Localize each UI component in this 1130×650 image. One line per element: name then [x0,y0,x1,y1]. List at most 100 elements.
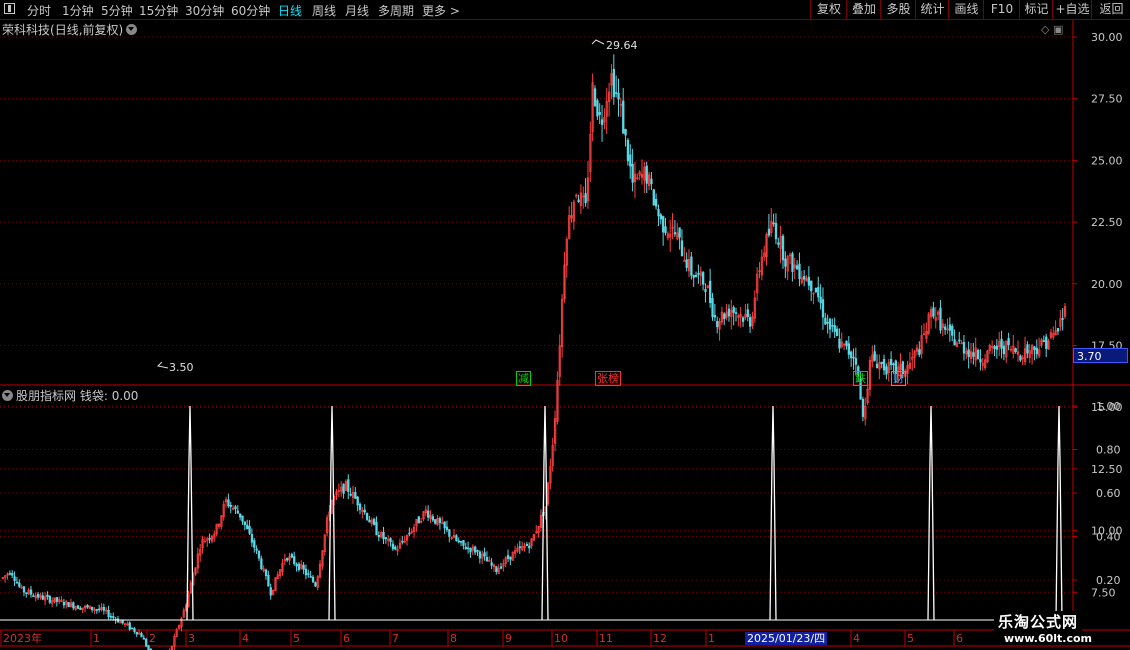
candle-body [525,543,529,546]
indicator-axis-label: 0.60 [1096,487,1121,500]
candle-body [972,352,975,357]
candle-body [260,558,263,570]
candle-body [659,214,663,220]
candle-body [476,550,479,552]
candle-body [15,581,19,584]
candle-body [885,366,888,375]
candle-body [239,513,242,518]
candle-body [135,631,138,635]
candle-body [462,540,465,546]
candle-body [678,227,681,238]
candle-body [293,556,296,565]
candle-body [622,100,625,134]
candle-body [767,228,771,236]
candle-body [79,607,82,610]
candle-body [98,608,101,611]
candle-body [673,232,677,235]
candle-body [939,307,942,331]
candle-body [664,226,667,233]
candle-body [528,545,531,549]
time-axis-label: 6 [956,632,963,645]
candle-body [257,550,261,559]
candle-body [448,529,451,537]
price-axis-label: 12.50 [1091,463,1123,476]
indicator-title: 股朋指标网 钱袋: 0.00 [2,387,138,404]
candle-body [1014,348,1017,352]
candle-body [145,638,148,647]
candle-body [692,275,695,278]
candle-body [304,568,308,576]
candle-body [892,363,895,366]
candle-body [13,576,16,581]
time-axis-label: 11 [599,632,613,645]
event-marker-2[interactable]: 跌 [853,371,868,386]
event-marker-1[interactable]: 张榜 [595,371,621,386]
candle-body [384,537,388,540]
indicator-axis-label: 0.40 [1096,531,1121,544]
indicator-axis-label: 0.80 [1096,444,1121,457]
event-marker-0[interactable]: 减 [516,371,531,386]
candle-body [1000,338,1003,349]
candle-body [1033,346,1036,350]
price-axis-label: 27.50 [1091,93,1123,106]
candle-body [490,562,493,566]
candle-body [62,602,66,606]
candle-body [1045,336,1048,349]
time-axis-label: 1 [93,632,100,645]
candle-body [713,314,717,318]
candle-body [466,547,470,550]
candle-body [391,543,395,550]
candle-body [227,499,230,507]
watermark-url: www.60lt.com [1000,632,1097,645]
candle-body [102,606,106,611]
candle-body [810,280,813,292]
candle-body [76,605,80,609]
candle-body [828,318,832,330]
candle-body [499,566,503,569]
signal-spike [927,405,935,621]
candle-body [236,510,240,514]
indicator-value: 0.00 [111,389,139,403]
candle-body [704,288,707,292]
watermark-title: 乐淘公式网 [994,611,1083,632]
candle-body [25,592,28,594]
candle-body [777,242,780,245]
candle-body [354,492,357,499]
candle-body [22,586,26,593]
candle-body [615,92,618,94]
candle-body [389,538,392,542]
candle-body [680,240,684,257]
chevron-down-icon[interactable] [2,390,13,401]
candle-body [932,307,935,317]
candle-body [746,309,749,317]
indicator-axis-label: 0.20 [1096,574,1121,587]
time-axis-label: 12 [653,632,667,645]
candle-body [657,208,660,217]
candle-body [264,569,268,577]
kline-chart[interactable]: 30.0027.5025.0022.5020.0017.5015.0012.50… [0,0,1130,650]
candle-body [781,235,785,261]
candle-body [741,317,745,322]
candle-body [394,546,397,550]
candle-body [798,263,801,279]
candle-body [140,632,143,638]
time-axis-label: 10 [554,632,568,645]
time-axis-label: 9 [505,632,512,645]
price-axis-label: 30.00 [1091,31,1123,44]
candle-body [459,541,463,543]
candle-body [382,531,385,540]
candle-body [854,358,858,365]
candle-body [243,521,247,525]
candle-body [600,119,604,125]
event-marker-3[interactable]: 财 [891,371,906,386]
candle-body [67,602,70,608]
candle-body [697,273,700,275]
candle-body [584,193,587,204]
candle-body [631,163,634,183]
candle-body [464,546,467,550]
candle-body [1056,327,1060,332]
candle-body [349,493,352,496]
candle-body [347,479,350,492]
price-axis-label: 22.50 [1091,216,1123,229]
candle-body [372,518,376,525]
